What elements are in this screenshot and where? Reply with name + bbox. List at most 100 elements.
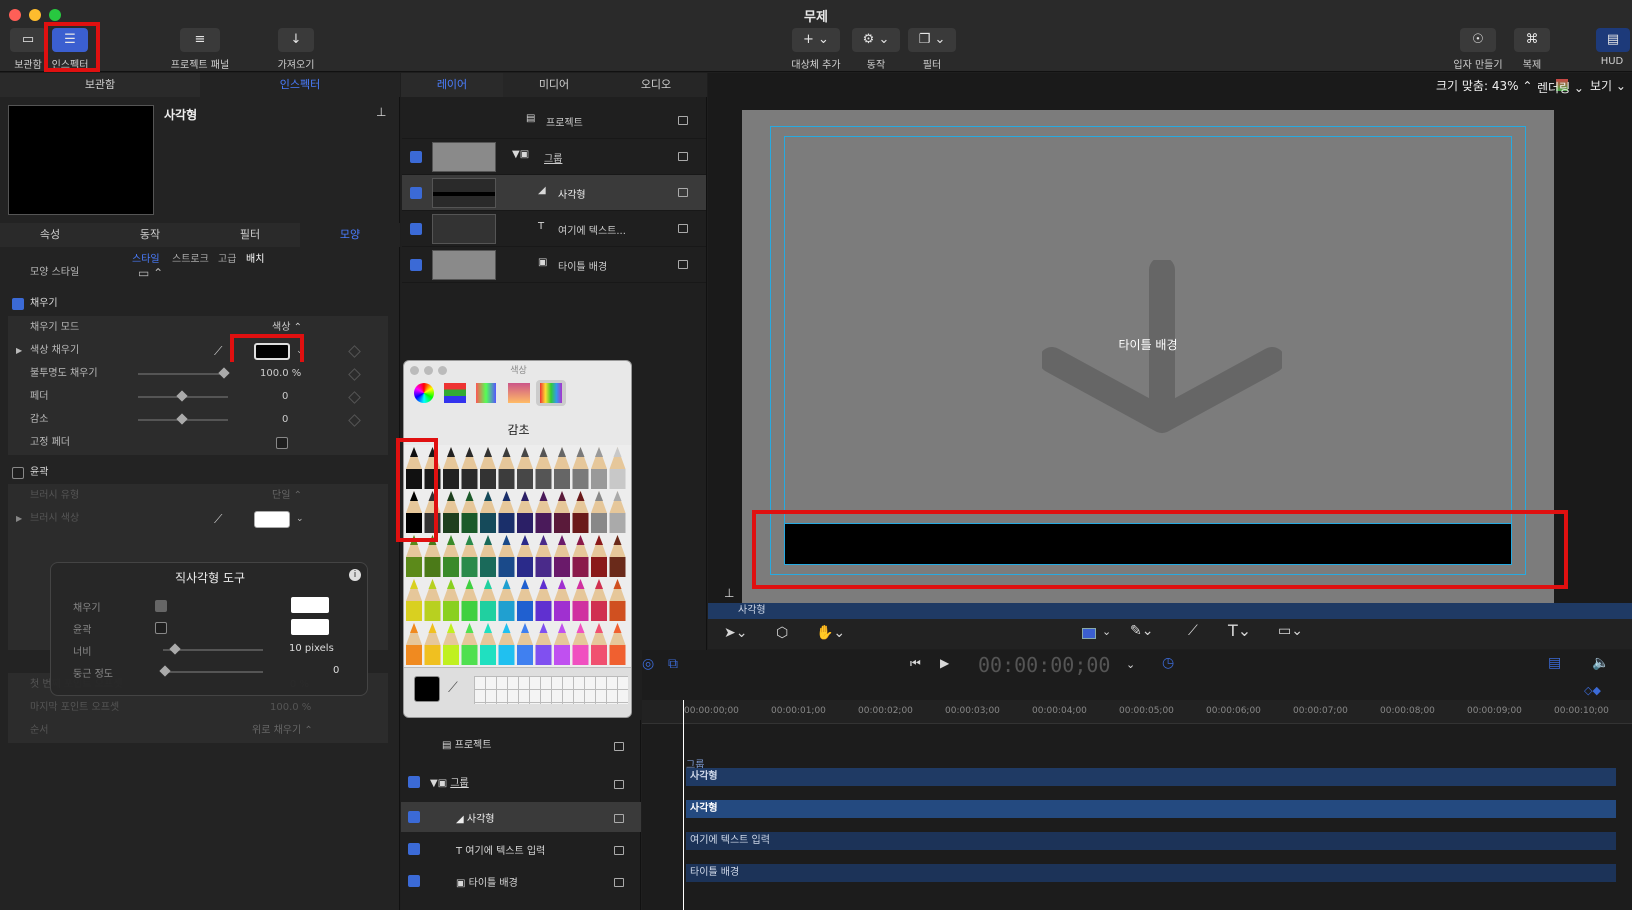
pencil-body[interactable] [406, 557, 422, 577]
pencil-body[interactable] [517, 469, 533, 489]
timeline-layer-rect[interactable]: ◢ 사각형 [456, 810, 494, 825]
keyframe-nav-icon[interactable]: ◇◆ [1584, 684, 1601, 697]
pencil-body[interactable] [554, 557, 570, 577]
fill-checkbox[interactable] [12, 298, 24, 310]
pencil-body[interactable] [424, 557, 441, 577]
pencil-body[interactable] [406, 645, 422, 665]
pencil-body[interactable] [591, 645, 607, 665]
chevron-down-icon[interactable]: ⌄ [296, 507, 304, 531]
opacity-slider[interactable] [138, 373, 228, 375]
layer-title-bg[interactable]: ▣ 타이틀 배경 [402, 247, 706, 283]
current-color-well[interactable] [414, 676, 440, 702]
layer-checkbox[interactable] [410, 151, 422, 163]
pencil-body[interactable] [480, 513, 496, 533]
pencil-body[interactable] [517, 601, 533, 621]
color-sliders-icon[interactable] [444, 383, 466, 403]
pencil-body[interactable] [461, 557, 478, 577]
text-tool-icon[interactable]: T⌄ [1228, 621, 1251, 640]
hud-roundness-value[interactable]: 0 [333, 665, 339, 676]
pencil-body[interactable] [535, 557, 552, 577]
add-object-button[interactable]: + ⌄ [792, 28, 840, 52]
tab-filters[interactable]: 필터 [200, 223, 300, 247]
playhead[interactable] [683, 700, 684, 910]
feather-value[interactable]: 0 [282, 385, 288, 409]
pencil-body[interactable] [480, 601, 496, 621]
color-palettes-icon[interactable] [476, 383, 496, 403]
order-popup[interactable]: 위로 채우기 ⌃ [252, 719, 313, 743]
pan-tool-icon[interactable]: ✋⌄ [816, 625, 845, 641]
timeline-track-rect-b[interactable]: 사각형 [686, 800, 1616, 818]
timeline-track-text[interactable]: 여기에 텍스트 입력 [686, 832, 1616, 850]
lock-icon[interactable] [614, 742, 624, 751]
play-icon[interactable]: ▶ [940, 656, 949, 670]
lock-icon[interactable] [678, 152, 688, 161]
layer-checkbox[interactable] [410, 187, 422, 199]
hud-width-value[interactable]: 10 pixels [289, 643, 334, 654]
pencil-body[interactable] [535, 513, 552, 533]
timeline-layer-rect-selected[interactable] [401, 802, 641, 832]
timeline-ruler[interactable]: 00:00:00;00 00:00:01;00 00:00:02;00 00:00:0… [642, 700, 1632, 724]
disclosure-icon[interactable]: ▶ [16, 507, 22, 531]
brush-type-popup[interactable]: 단일 ⌃ [272, 484, 302, 508]
eyedropper-icon[interactable]: ⟋ [214, 507, 222, 531]
pencil-body[interactable] [461, 513, 478, 533]
pencil-body[interactable] [461, 645, 478, 665]
pencil-body[interactable] [498, 645, 515, 665]
pencil-body[interactable] [480, 645, 496, 665]
rectangle-tool-icon[interactable] [1082, 628, 1096, 639]
pencil-body[interactable] [480, 557, 496, 577]
keyframe-icon[interactable] [348, 345, 361, 358]
falloff-knob[interactable] [176, 413, 188, 425]
color-wheel-icon[interactable] [414, 383, 434, 403]
layer-checkbox[interactable] [408, 811, 420, 823]
pencil-body[interactable] [443, 557, 459, 577]
pencil-body[interactable] [443, 513, 459, 533]
hud-outline-swatch[interactable] [291, 619, 329, 635]
pencil-body[interactable] [609, 513, 626, 533]
tab-behaviors[interactable]: 동작 [100, 223, 200, 247]
pencil-body[interactable] [572, 645, 589, 665]
lock-icon[interactable] [678, 260, 688, 269]
disclosure-icon[interactable]: ▶ [16, 339, 22, 363]
pencil-body[interactable] [424, 645, 441, 665]
image-palettes-icon[interactable] [508, 383, 530, 403]
select-tool-icon[interactable]: ➤⌄ [724, 625, 747, 641]
hud-fill-checkbox[interactable] [155, 600, 167, 612]
timeline-layer-text[interactable]: T 여기에 텍스트 입력 [456, 842, 545, 857]
filters-button[interactable]: ❐ ⌄ [908, 28, 956, 52]
layer-rect[interactable]: ◢ 사각형 [402, 175, 706, 211]
layer-checkbox[interactable] [408, 843, 420, 855]
chevron-down-icon[interactable]: ⌄ [1126, 658, 1135, 671]
layer-group[interactable]: ▼▣ 그룹 [402, 139, 706, 175]
tab-media[interactable]: 미디어 [503, 73, 605, 97]
tab-audio[interactable]: 오디오 [605, 73, 707, 97]
timeline-track-rect-a[interactable]: 사각형 [686, 768, 1616, 786]
pencil-body[interactable] [498, 601, 515, 621]
keyframe-icon[interactable] [348, 368, 361, 381]
library-button[interactable]: ▭ [10, 28, 46, 52]
pencil-body[interactable] [498, 469, 515, 489]
hud-width-knob[interactable] [169, 643, 181, 655]
close-window-button[interactable] [9, 9, 21, 21]
tab-shape[interactable]: 모양 [300, 223, 400, 247]
layer-checkbox[interactable] [408, 875, 420, 887]
zoom-window-button[interactable] [49, 9, 61, 21]
timeline-track-title-bg[interactable]: 타이틀 배경 [686, 864, 1616, 882]
keyframe-icon[interactable] [348, 391, 361, 404]
pencil-body[interactable] [535, 645, 552, 665]
lock-icon[interactable] [678, 116, 688, 125]
shape-style-popup[interactable]: ▭ ⌃ [138, 261, 163, 285]
lock-icon[interactable] [614, 846, 624, 855]
mask-tool-icon[interactable]: ▭⌄ [1278, 623, 1303, 639]
lock-icon[interactable] [678, 224, 688, 233]
pencil-body[interactable] [443, 601, 459, 621]
audio-icon[interactable]: 🔈 [1592, 655, 1609, 671]
pencil-body[interactable] [609, 645, 626, 665]
minimize-window-button[interactable] [29, 9, 41, 21]
pencil-body[interactable] [591, 513, 607, 533]
pencil-body[interactable] [498, 513, 515, 533]
eyedropper-icon[interactable]: ⟋ [214, 339, 222, 363]
paint-stroke-icon[interactable]: ⟋ [1188, 623, 1198, 639]
pencils-icon[interactable] [540, 383, 562, 403]
brush-color-swatch[interactable] [254, 511, 290, 528]
